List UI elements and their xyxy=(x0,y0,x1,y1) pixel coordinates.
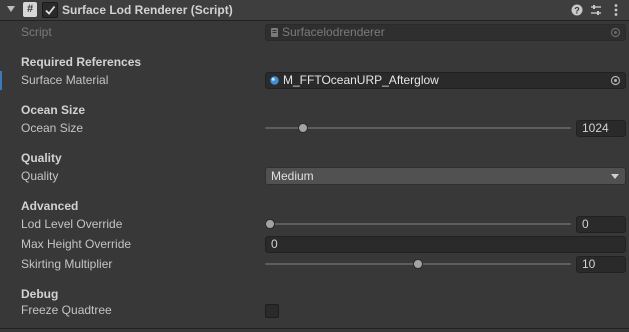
lod-level-input[interactable]: 0 xyxy=(576,216,626,233)
foldout-arrow-icon[interactable] xyxy=(7,6,15,12)
script-value: Surfacelodrenderer xyxy=(282,25,385,39)
ocean-size-slider-track[interactable] xyxy=(265,127,571,129)
component-title: Surface Lod Renderer (Script) xyxy=(62,3,233,17)
lod-level-slider-thumb[interactable] xyxy=(265,219,275,229)
object-picker-icon xyxy=(610,27,621,38)
freeze-quadtree-label: Freeze Quadtree xyxy=(21,303,112,317)
ocean-size-input[interactable]: 1024 xyxy=(576,120,626,137)
component-enable-toggle[interactable] xyxy=(42,2,58,18)
skirting-input[interactable]: 10 xyxy=(576,256,626,273)
ocean-size-label: Ocean Size xyxy=(21,121,84,135)
object-picker-icon[interactable] xyxy=(610,75,621,86)
kebab-menu-icon[interactable] xyxy=(609,2,623,18)
advanced-header: Advanced xyxy=(21,199,79,213)
quality-dropdown[interactable]: Medium xyxy=(265,167,626,185)
skirting-value: 10 xyxy=(582,257,596,271)
skirting-multiplier-label: Skirting Multiplier xyxy=(21,257,113,271)
surface-material-label: Surface Material xyxy=(21,73,109,87)
lod-level-value: 0 xyxy=(582,217,589,231)
ocean-size-value: 1024 xyxy=(582,121,609,135)
max-height-value: 0 xyxy=(271,237,278,251)
debug-header: Debug xyxy=(21,287,59,301)
quality-header: Quality xyxy=(21,151,62,165)
skirting-slider-thumb[interactable] xyxy=(413,259,423,269)
component-header[interactable]: # Surface Lod Renderer (Script) ? xyxy=(0,0,629,21)
script-hash-icon: # xyxy=(23,2,37,17)
required-references-header: Required References xyxy=(21,55,142,69)
presets-icon[interactable] xyxy=(589,2,603,18)
material-sphere-icon xyxy=(270,76,279,85)
script-field: Surfacelodrenderer xyxy=(265,24,626,41)
selection-indicator xyxy=(0,71,2,90)
help-icon[interactable]: ? xyxy=(570,2,584,18)
dropdown-arrow-icon xyxy=(611,174,619,179)
checkmark-icon xyxy=(45,5,56,15)
quality-value: Medium xyxy=(271,169,314,183)
lod-level-override-label: Lod Level Override xyxy=(21,217,123,231)
svg-text:?: ? xyxy=(574,6,580,16)
max-height-input[interactable]: 0 xyxy=(265,236,626,253)
quality-label: Quality xyxy=(21,169,59,183)
ocean-size-slider-thumb[interactable] xyxy=(297,123,308,133)
script-asset-icon xyxy=(271,28,278,37)
lod-level-slider-track[interactable] xyxy=(265,223,571,225)
surface-material-value: M_FFTOceanURP_Afterglow xyxy=(283,73,439,87)
inspector-component: # Surface Lod Renderer (Script) ? Script xyxy=(0,0,629,332)
script-label: Script xyxy=(21,25,52,39)
ocean-size-header: Ocean Size xyxy=(21,103,86,117)
freeze-quadtree-checkbox[interactable] xyxy=(265,304,279,318)
component-divider xyxy=(0,328,629,329)
surface-material-field[interactable]: M_FFTOceanURP_Afterglow xyxy=(265,72,626,89)
max-height-override-label: Max Height Override xyxy=(21,237,132,251)
